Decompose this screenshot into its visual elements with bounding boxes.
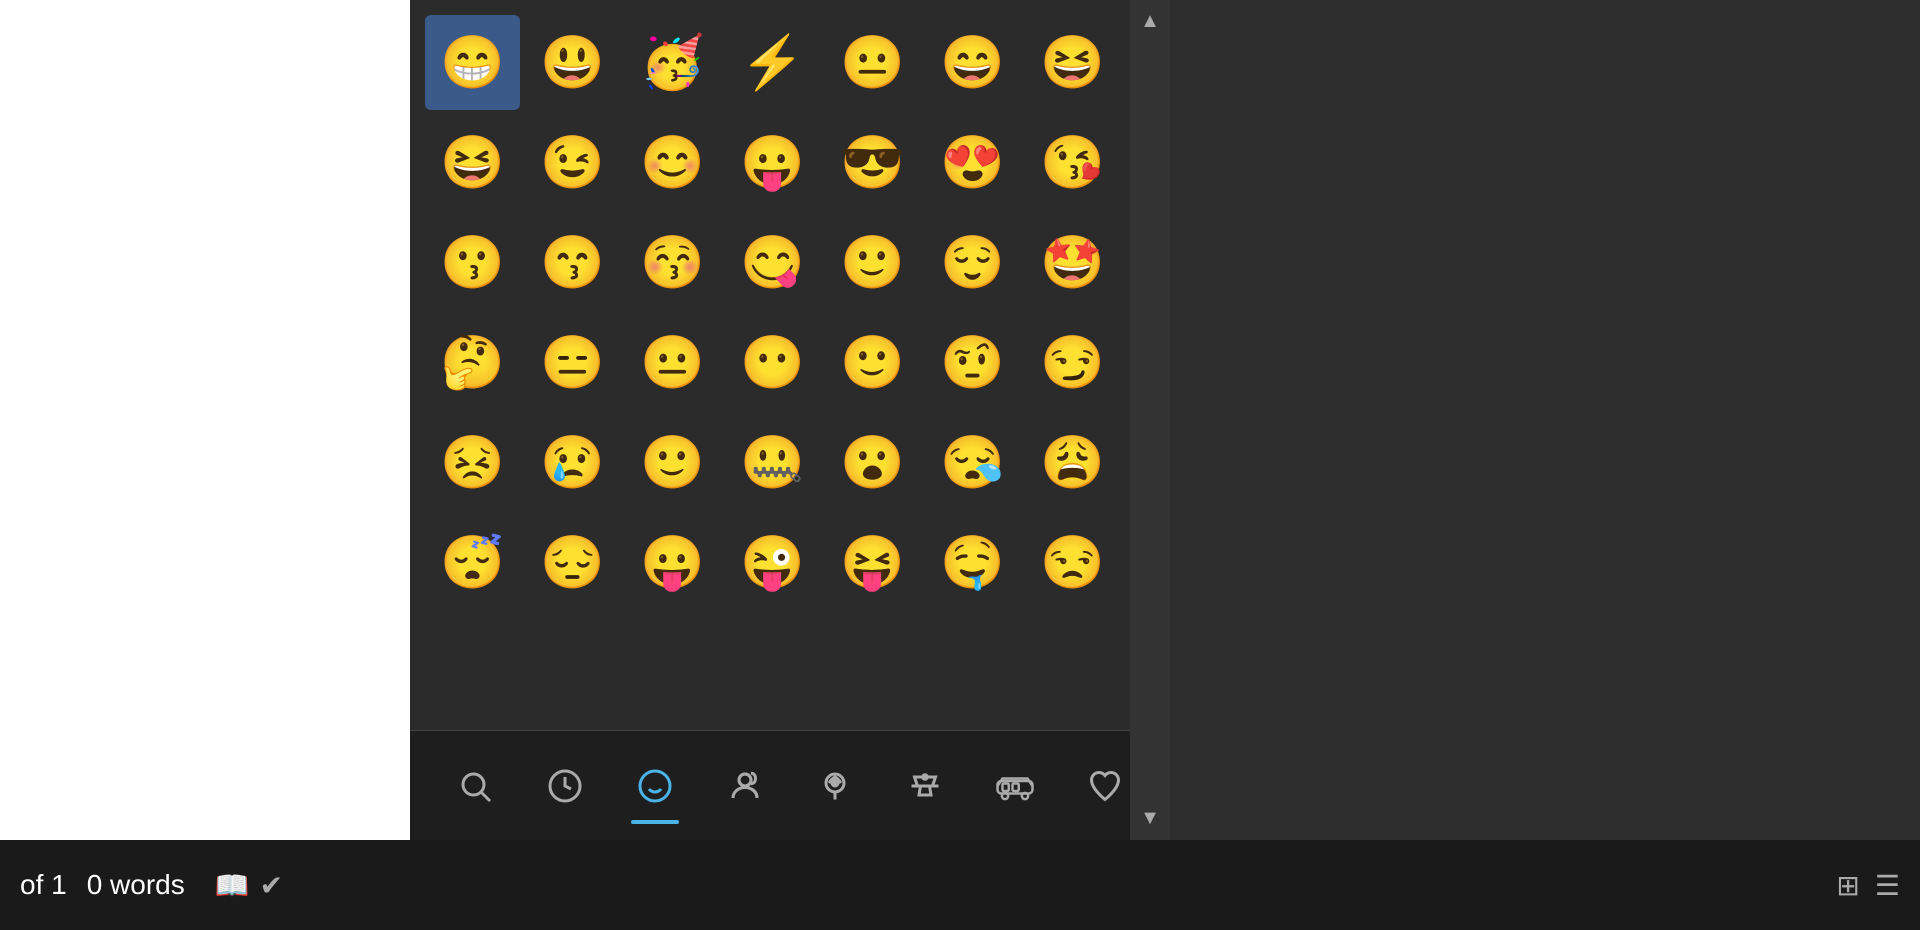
layout-icon[interactable]: ☰ — [1875, 869, 1900, 902]
word-count: 0 words — [87, 869, 185, 901]
emoji-cell[interactable]: 😘 — [1025, 115, 1120, 210]
emoji-cell[interactable]: 🤤 — [925, 515, 1020, 610]
emoji-cell[interactable]: 😚 — [625, 215, 720, 310]
recent-tab[interactable] — [525, 746, 605, 826]
emoji-cell[interactable]: 😆 — [1025, 15, 1120, 110]
emoji-cell[interactable]: 😮 — [825, 415, 920, 510]
status-bar: of 1 0 words 📖 ✔ ⊞ ☰ — [0, 840, 1920, 930]
emoji-cell[interactable]: 😜 — [725, 515, 820, 610]
emoji-cell[interactable]: 😐 — [625, 315, 720, 410]
status-icons: 📖 ✔ — [215, 869, 283, 902]
emoji-cell[interactable]: 😁 — [425, 15, 520, 110]
emoji-cell[interactable]: 🥳 — [625, 15, 720, 110]
picker-scrollbar[interactable]: ▲ ▼ — [1130, 0, 1170, 840]
emoji-cell[interactable]: 😔 — [525, 515, 620, 610]
emoji-cell[interactable]: 😗 — [425, 215, 520, 310]
emoji-cell[interactable]: 😒 — [1025, 515, 1120, 610]
emoji-cell[interactable]: 😪 — [925, 415, 1020, 510]
travel-tab[interactable] — [975, 746, 1055, 826]
emoji-cell[interactable]: 😋 — [725, 215, 820, 310]
emoji-cell[interactable]: 😛 — [625, 515, 720, 610]
book-icon[interactable]: 📖 — [215, 869, 250, 902]
emoji-cell[interactable]: 🤨 — [925, 315, 1020, 410]
smiley-tab[interactable] — [615, 746, 695, 826]
emoji-cell[interactable]: 😝 — [825, 515, 920, 610]
emoji-cell[interactable]: 🙂 — [625, 415, 720, 510]
emoji-cell[interactable]: 😎 — [825, 115, 920, 210]
emoji-cell[interactable]: 😊 — [625, 115, 720, 210]
emoji-cell[interactable]: 😣 — [425, 415, 520, 510]
emoji-cell[interactable]: 😉 — [525, 115, 620, 210]
emoji-cell[interactable]: 😃 — [525, 15, 620, 110]
page-info: of 1 — [20, 869, 67, 901]
emoji-cell[interactable]: 🤐 — [725, 415, 820, 510]
emoji-grid-wrapper: 😁 😃 🥳 ⚡ 😐 😄 😆 😆 😉 😊 😛 😎 😍 😘 😗 😙 😚 😋 🙂 😌 … — [410, 0, 1170, 730]
check-icon[interactable]: ✔ — [260, 869, 283, 902]
right-status-icons: ⊞ ☰ — [1836, 869, 1900, 902]
emoji-picker: ▲ ▼ 😁 😃 🥳 ⚡ 😐 😄 😆 😆 😉 😊 😛 😎 😍 😘 😗 😙 😚 — [410, 0, 1170, 840]
scroll-up-arrow[interactable]: ▲ — [1135, 5, 1165, 38]
emoji-cell[interactable]: 😛 — [725, 115, 820, 210]
emoji-cell[interactable]: 😍 — [925, 115, 1020, 210]
food-tab[interactable] — [885, 746, 965, 826]
emoji-cell[interactable]: 😌 — [925, 215, 1020, 310]
emoji-cell[interactable]: 🙂 — [825, 315, 920, 410]
nature-tab[interactable] — [795, 746, 875, 826]
emoji-cell[interactable]: 😴 — [425, 515, 520, 610]
heart-tab[interactable] — [1065, 746, 1145, 826]
emoji-cell[interactable]: 😑 — [525, 315, 620, 410]
emoji-cell[interactable]: 😙 — [525, 215, 620, 310]
emoji-cell[interactable]: 🙂 — [825, 215, 920, 310]
search-tab[interactable] — [435, 746, 515, 826]
emoji-cell[interactable]: 😄 — [925, 15, 1020, 110]
emoji-cell[interactable]: 😢 — [525, 415, 620, 510]
emoji-cell[interactable]: 😶 — [725, 315, 820, 410]
emoji-cell[interactable]: 😏 — [1025, 315, 1120, 410]
emoji-toolbar — [410, 730, 1170, 840]
emoji-cell[interactable]: 🤔 — [425, 315, 520, 410]
people-tab[interactable] — [705, 746, 785, 826]
emoji-cell[interactable]: ⚡ — [725, 15, 820, 110]
columns-icon[interactable]: ⊞ — [1836, 869, 1859, 902]
emoji-cell[interactable]: 😩 — [1025, 415, 1120, 510]
emoji-cell[interactable]: 🤩 — [1025, 215, 1120, 310]
emoji-cell[interactable]: 😐 — [825, 15, 920, 110]
emoji-cell[interactable]: 😆 — [425, 115, 520, 210]
emoji-grid: 😁 😃 🥳 ⚡ 😐 😄 😆 😆 😉 😊 😛 😎 😍 😘 😗 😙 😚 😋 🙂 😌 … — [420, 10, 1120, 615]
document-area — [0, 0, 410, 840]
